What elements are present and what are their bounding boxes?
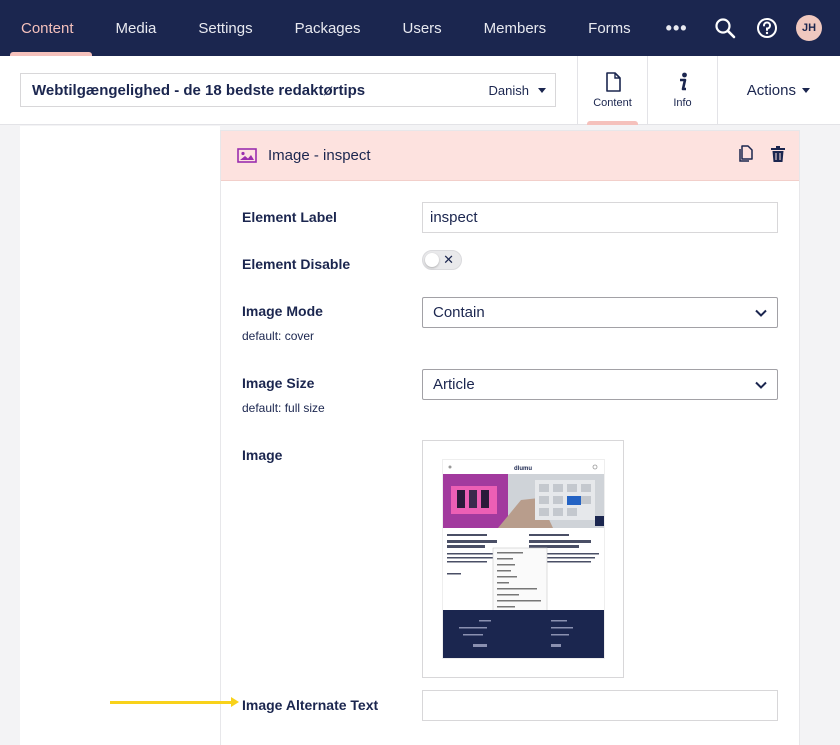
search-button[interactable] <box>704 0 746 56</box>
nav-item-packages[interactable]: Packages <box>274 0 382 56</box>
thumbnail-logo: dlumu <box>514 466 532 472</box>
caret-down-icon <box>538 87 546 93</box>
nav-more-button[interactable]: ••• <box>652 0 702 56</box>
nav-tools: JH <box>704 0 840 56</box>
image-alt-text-input[interactable] <box>422 690 778 721</box>
image-picker[interactable]: dlumu <box>422 440 624 678</box>
toggle-knob <box>425 253 439 267</box>
nav-label: Packages <box>294 19 361 37</box>
nav-label: Users <box>402 19 442 37</box>
node-name-input[interactable] <box>21 81 489 99</box>
nav-item-settings[interactable]: Settings <box>177 0 273 56</box>
nav-label: Content <box>21 19 74 37</box>
user-avatar[interactable]: JH <box>796 15 822 41</box>
nav-item-members[interactable]: Members <box>463 0 568 56</box>
image-mode-select[interactable]: Contain <box>422 297 778 328</box>
help-icon <box>757 18 777 38</box>
info-icon <box>679 72 687 91</box>
trash-icon <box>771 145 785 162</box>
image-size-label: Image Size <box>242 375 315 391</box>
app-tab-info[interactable]: Info <box>647 56 717 125</box>
editor-header: Danish Content Info Actions <box>0 56 840 125</box>
chevron-down-icon <box>755 381 767 389</box>
top-navigation: Content Media Settings Packages Users Me… <box>0 0 840 56</box>
chevron-down-icon <box>755 309 767 317</box>
delete-button[interactable] <box>771 145 785 167</box>
annotation-arrow <box>110 697 239 707</box>
content-left-column <box>20 126 220 745</box>
copy-button[interactable] <box>737 145 753 167</box>
caret-down-icon <box>802 88 810 93</box>
picture-icon <box>237 147 257 163</box>
select-value: Article <box>433 376 475 393</box>
nav-label: Settings <box>198 19 253 37</box>
language-dropdown[interactable]: Danish <box>489 83 555 98</box>
search-icon <box>715 18 736 39</box>
app-tab-label: Content <box>593 97 632 109</box>
nav-label: Media <box>115 19 157 37</box>
element-editor-panel: Image - inspect Element Label E <box>220 130 800 745</box>
nav-item-media[interactable]: Media <box>95 0 178 56</box>
actions-label: Actions <box>746 82 796 99</box>
nav-label: Forms <box>588 19 631 37</box>
app-tab-content[interactable]: Content <box>577 56 647 125</box>
select-value: Contain <box>433 304 485 321</box>
image-size-select[interactable]: Article <box>422 369 778 400</box>
nav-label: Members <box>483 19 547 37</box>
app-tab-label: Info <box>673 97 692 109</box>
close-icon: ✕ <box>443 252 454 267</box>
image-alt-text-label: Image Alternate Text <box>242 697 379 713</box>
language-label: Danish <box>488 82 529 98</box>
element-disable-label: Element Disable <box>242 256 351 272</box>
help-button[interactable] <box>746 0 788 56</box>
thumbnail-graphic: dlumu <box>443 460 604 658</box>
divider <box>717 56 718 125</box>
node-name-box: Danish <box>20 73 556 107</box>
copy-icon <box>739 145 753 162</box>
element-header: Image - inspect <box>221 131 799 181</box>
element-actions <box>737 131 785 181</box>
image-label: Image <box>242 447 283 463</box>
image-size-description: default: full size <box>242 401 325 415</box>
actions-dropdown[interactable]: Actions <box>747 56 810 125</box>
nav-item-content[interactable]: Content <box>0 0 95 56</box>
element-label-input[interactable] <box>422 202 778 233</box>
element-disable-toggle[interactable]: ✕ <box>422 250 462 270</box>
document-icon <box>605 72 621 92</box>
image-mode-description: default: cover <box>242 329 315 343</box>
image-mode-label: Image Mode <box>242 303 323 319</box>
image-thumbnail: dlumu <box>443 460 604 658</box>
element-label-label: Element Label <box>242 209 337 225</box>
nav-item-users[interactable]: Users <box>381 0 462 56</box>
nav-item-forms[interactable]: Forms <box>567 0 652 56</box>
element-title: Image - inspect <box>268 147 371 164</box>
